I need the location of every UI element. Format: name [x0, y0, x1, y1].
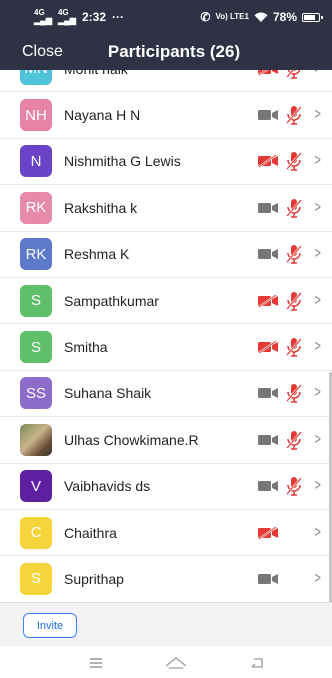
participant-row[interactable]: RK Rakshitha k >: [0, 185, 332, 232]
chevron-right-icon[interactable]: >: [314, 152, 321, 170]
chevron-right-icon[interactable]: >: [314, 431, 321, 449]
chevron-right-icon[interactable]: >: [314, 70, 321, 78]
mic-muted-icon[interactable]: [285, 197, 303, 219]
status-left: 4G ▂▄▆ 4G ▂▄▆ 2:32 ···: [34, 9, 124, 25]
chevron-right-icon[interactable]: >: [314, 292, 321, 310]
avatar: S: [20, 562, 52, 595]
chevron-right-icon[interactable]: >: [314, 199, 321, 217]
signal-label-2: 4G: [57, 8, 69, 17]
chevron-right-icon[interactable]: >: [314, 570, 321, 588]
participant-name: Suprithap: [64, 570, 124, 587]
menu-icon[interactable]: [86, 654, 106, 672]
footer: Invite: [0, 602, 332, 646]
participant-name: Smitha: [64, 339, 108, 356]
participant-list[interactable]: MN Mohit naik > NH Nayana H N > N Nishmitha G L…: [0, 70, 332, 602]
signal-icon-2: 4G ▂▄▆: [57, 8, 76, 25]
home-icon[interactable]: [164, 654, 188, 672]
participant-row[interactable]: S Smitha >: [0, 324, 332, 371]
participant-name: Sampathkumar: [64, 292, 159, 309]
participant-row[interactable]: SS Suhana Shaik >: [0, 371, 332, 418]
volte-indicator: Vo) LTE1: [215, 12, 249, 21]
video-on-icon[interactable]: [257, 108, 279, 122]
mic-muted-icon[interactable]: [285, 475, 303, 497]
mic-muted-icon[interactable]: [285, 336, 303, 358]
mic-muted-icon[interactable]: [285, 70, 303, 80]
chevron-right-icon[interactable]: >: [314, 106, 321, 124]
chevron-right-icon[interactable]: >: [314, 384, 321, 402]
mic-muted-icon[interactable]: [285, 382, 303, 404]
clock: 2:32: [81, 10, 106, 24]
video-on-icon[interactable]: [257, 201, 279, 215]
avatar: NH: [20, 99, 52, 132]
avatar: SS: [20, 377, 52, 410]
participant-name: Reshma K: [64, 246, 130, 263]
participant-name: Nishmitha G Lewis: [64, 153, 181, 170]
mic-muted-icon[interactable]: [285, 243, 303, 265]
video-on-icon[interactable]: [257, 433, 279, 447]
avatar-photo: [20, 423, 52, 456]
chevron-right-icon[interactable]: >: [314, 338, 321, 356]
participant-row[interactable]: Ulhas Chowkimane.R >: [0, 417, 332, 464]
avatar: RK: [20, 191, 52, 224]
avatar: MN: [20, 70, 52, 85]
system-nav-bar: [0, 646, 332, 678]
participant-name: Chaithra: [64, 524, 117, 541]
invite-button[interactable]: Invite: [23, 613, 77, 638]
status-bar: 4G ▂▄▆ 4G ▂▄▆ 2:32 ··· ✆ Vo) LTE1 78%: [0, 0, 332, 34]
avatar: V: [20, 470, 52, 503]
video-off-icon[interactable]: [257, 70, 279, 76]
avatar: C: [20, 516, 52, 549]
chevron-right-icon[interactable]: >: [314, 477, 321, 495]
avatar: S: [20, 331, 52, 364]
participant-row[interactable]: S Sampathkumar >: [0, 278, 332, 325]
video-off-icon[interactable]: [257, 525, 279, 540]
video-on-icon[interactable]: [257, 386, 279, 400]
video-on-icon[interactable]: [257, 479, 279, 493]
participant-list-inner: MN Mohit naik > NH Nayana H N > N Nishmitha G L…: [0, 70, 332, 602]
participant-name: Vaibhavids ds: [64, 478, 151, 495]
participant-row[interactable]: C Chaithra >: [0, 510, 332, 557]
participants-header: Close Participants (26): [0, 34, 332, 70]
participant-row[interactable]: MN Mohit naik >: [0, 70, 332, 93]
avatar: RK: [20, 238, 52, 271]
video-on-icon[interactable]: [257, 572, 279, 586]
video-off-icon[interactable]: [257, 340, 279, 354]
participant-row[interactable]: V Vaibhavids ds >: [0, 464, 332, 510]
battery-icon: [302, 12, 323, 22]
mic-muted-icon[interactable]: [285, 290, 303, 312]
video-on-icon[interactable]: [257, 247, 279, 261]
participant-name: Mohit naik: [64, 70, 128, 77]
chevron-right-icon[interactable]: >: [314, 524, 321, 542]
call-icon: ✆: [200, 10, 211, 24]
status-right: ✆ Vo) LTE1 78%: [200, 10, 323, 24]
participant-name: Suhana Shaik: [64, 385, 152, 402]
participant-name: Ulhas Chowkimane.R: [64, 431, 199, 448]
participant-row[interactable]: NH Nayana H N >: [0, 92, 332, 139]
battery-percent: 78%: [272, 10, 297, 24]
page-title: Participants (26): [107, 42, 241, 61]
avatar: S: [20, 284, 52, 317]
signal-icon: 4G ▂▄▆: [34, 8, 52, 25]
wifi-icon: [254, 12, 268, 22]
avatar: N: [20, 145, 52, 178]
video-off-icon[interactable]: [257, 154, 279, 169]
more-notifications: ···: [112, 10, 124, 24]
participant-row[interactable]: RK Reshma K >: [0, 232, 332, 278]
participant-name: Nayana H N: [64, 107, 141, 124]
mic-muted-icon[interactable]: [285, 429, 303, 451]
participant-row[interactable]: S Suprithap >: [0, 556, 332, 602]
participant-row[interactable]: N Nishmitha G Lewis >: [0, 139, 332, 186]
participant-name: Rakshitha k: [64, 199, 138, 216]
signal-label-1: 4G: [34, 8, 45, 17]
video-off-icon[interactable]: [257, 293, 279, 308]
mic-muted-icon[interactable]: [285, 150, 303, 172]
mic-muted-icon[interactable]: [285, 104, 303, 126]
chevron-right-icon[interactable]: >: [314, 245, 321, 263]
back-icon[interactable]: [248, 654, 268, 672]
